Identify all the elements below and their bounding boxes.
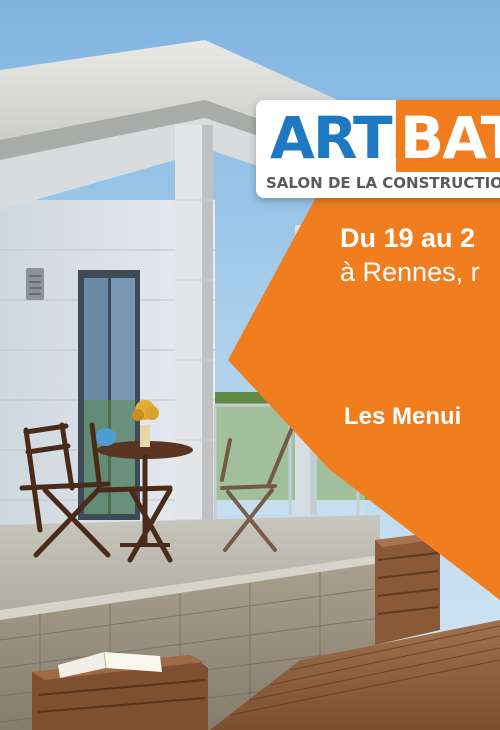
exhibitor-name: Les Menui <box>344 403 462 430</box>
logo-bat-block: BAT <box>396 100 500 172</box>
artibat-logo: ARTI BAT SALON DE LA CONSTRUCTIO <box>256 100 500 198</box>
wooden-bench-right <box>375 532 440 645</box>
logo-text-bat: BAT <box>400 104 500 172</box>
event-dates: Du 19 au 2 <box>340 223 476 253</box>
logo-subtitle: SALON DE LA CONSTRUCTIO <box>266 174 500 192</box>
logo-text-arti: ARTI <box>270 104 412 172</box>
flower-vase <box>140 425 150 447</box>
teapot <box>96 428 116 446</box>
event-location: à Rennes, r <box>340 257 480 287</box>
artibat-banner: ARTI BAT SALON DE LA CONSTRUCTIO Du 19 a… <box>0 0 500 730</box>
wall-lamp <box>26 268 44 300</box>
